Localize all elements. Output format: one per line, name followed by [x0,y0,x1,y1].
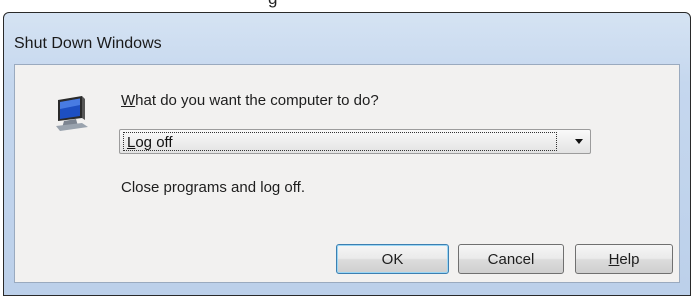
chevron-down-icon [575,138,583,144]
action-select[interactable]: Log off [119,129,591,154]
dropdown-arrow[interactable] [568,130,590,153]
action-description: Close programs and log off. [121,179,305,196]
dialog-content: What do you want the computer to do? Log… [14,64,680,283]
action-select-value: Log off [123,132,557,151]
help-button[interactable]: Help [575,244,673,274]
question-label: What do you want the computer to do? [121,92,379,109]
ok-button[interactable]: OK [336,244,449,274]
cancel-button[interactable]: Cancel [458,244,564,274]
action-text: og off [135,134,173,151]
help-text: elp [619,250,640,268]
question-access-key: W [121,92,136,109]
monitor-icon [56,96,88,131]
shutdown-dialog: Shut Down Windows What do you want the c… [3,12,691,296]
question-text: hat do you want the computer to do? [135,92,379,109]
dialog-title: Shut Down Windows [14,35,162,52]
background-text-fragment: g [268,0,277,9]
help-access-key: H [608,250,620,268]
help-label: Help [609,251,640,268]
